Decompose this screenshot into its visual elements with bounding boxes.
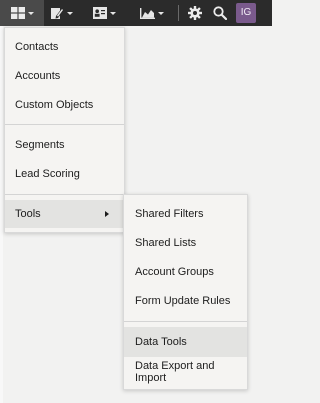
chevron-down-icon	[109, 11, 116, 15]
grid-icon	[10, 7, 25, 19]
submenu-item-shared-filters[interactable]: Shared Filters	[124, 199, 247, 228]
submenu-item-data-tools[interactable]: Data Tools	[124, 327, 247, 357]
settings-button[interactable]	[185, 0, 205, 26]
apps-dropdown-menu: Contacts Accounts Custom Objects Segment…	[4, 27, 125, 233]
menu-item-contacts[interactable]: Contacts	[5, 32, 124, 61]
apps-menu-button[interactable]	[0, 0, 44, 26]
menu-divider	[5, 124, 124, 125]
chart-icon	[140, 7, 155, 19]
menu-item-segments[interactable]: Segments	[5, 130, 124, 159]
menu-item-tools[interactable]: Tools	[5, 200, 124, 228]
tools-submenu: Shared Filters Shared Lists Account Grou…	[123, 194, 248, 390]
pencil-icon	[51, 7, 64, 19]
gear-icon	[188, 6, 202, 20]
submenu-item-data-export-import[interactable]: Data Export and Import	[124, 357, 247, 386]
menu-item-custom-objects[interactable]: Custom Objects	[5, 90, 124, 119]
chevron-right-icon	[105, 211, 109, 217]
page-background	[0, 26, 3, 403]
toolbar-divider	[178, 5, 179, 21]
menu-item-tools-label: Tools	[15, 208, 41, 220]
analytics-menu-button[interactable]	[134, 0, 170, 26]
submenu-item-account-groups[interactable]: Account Groups	[124, 257, 247, 286]
search-button[interactable]	[210, 0, 230, 26]
chevron-down-icon	[158, 11, 164, 15]
menu-item-accounts[interactable]: Accounts	[5, 61, 124, 90]
chevron-down-icon	[27, 11, 34, 15]
contact-card-icon	[92, 7, 107, 19]
chevron-down-icon	[67, 11, 73, 15]
assets-menu-button[interactable]	[46, 0, 78, 26]
menu-item-lead-scoring[interactable]: Lead Scoring	[5, 159, 124, 188]
menu-divider	[5, 194, 124, 195]
submenu-item-form-update-rules[interactable]: Form Update Rules	[124, 286, 247, 315]
user-avatar[interactable]: IG	[236, 3, 256, 23]
menu-divider	[124, 321, 247, 322]
search-icon	[213, 6, 227, 20]
submenu-item-shared-lists[interactable]: Shared Lists	[124, 228, 247, 257]
contacts-menu-button[interactable]	[88, 0, 120, 26]
top-toolbar: IG	[0, 0, 272, 26]
